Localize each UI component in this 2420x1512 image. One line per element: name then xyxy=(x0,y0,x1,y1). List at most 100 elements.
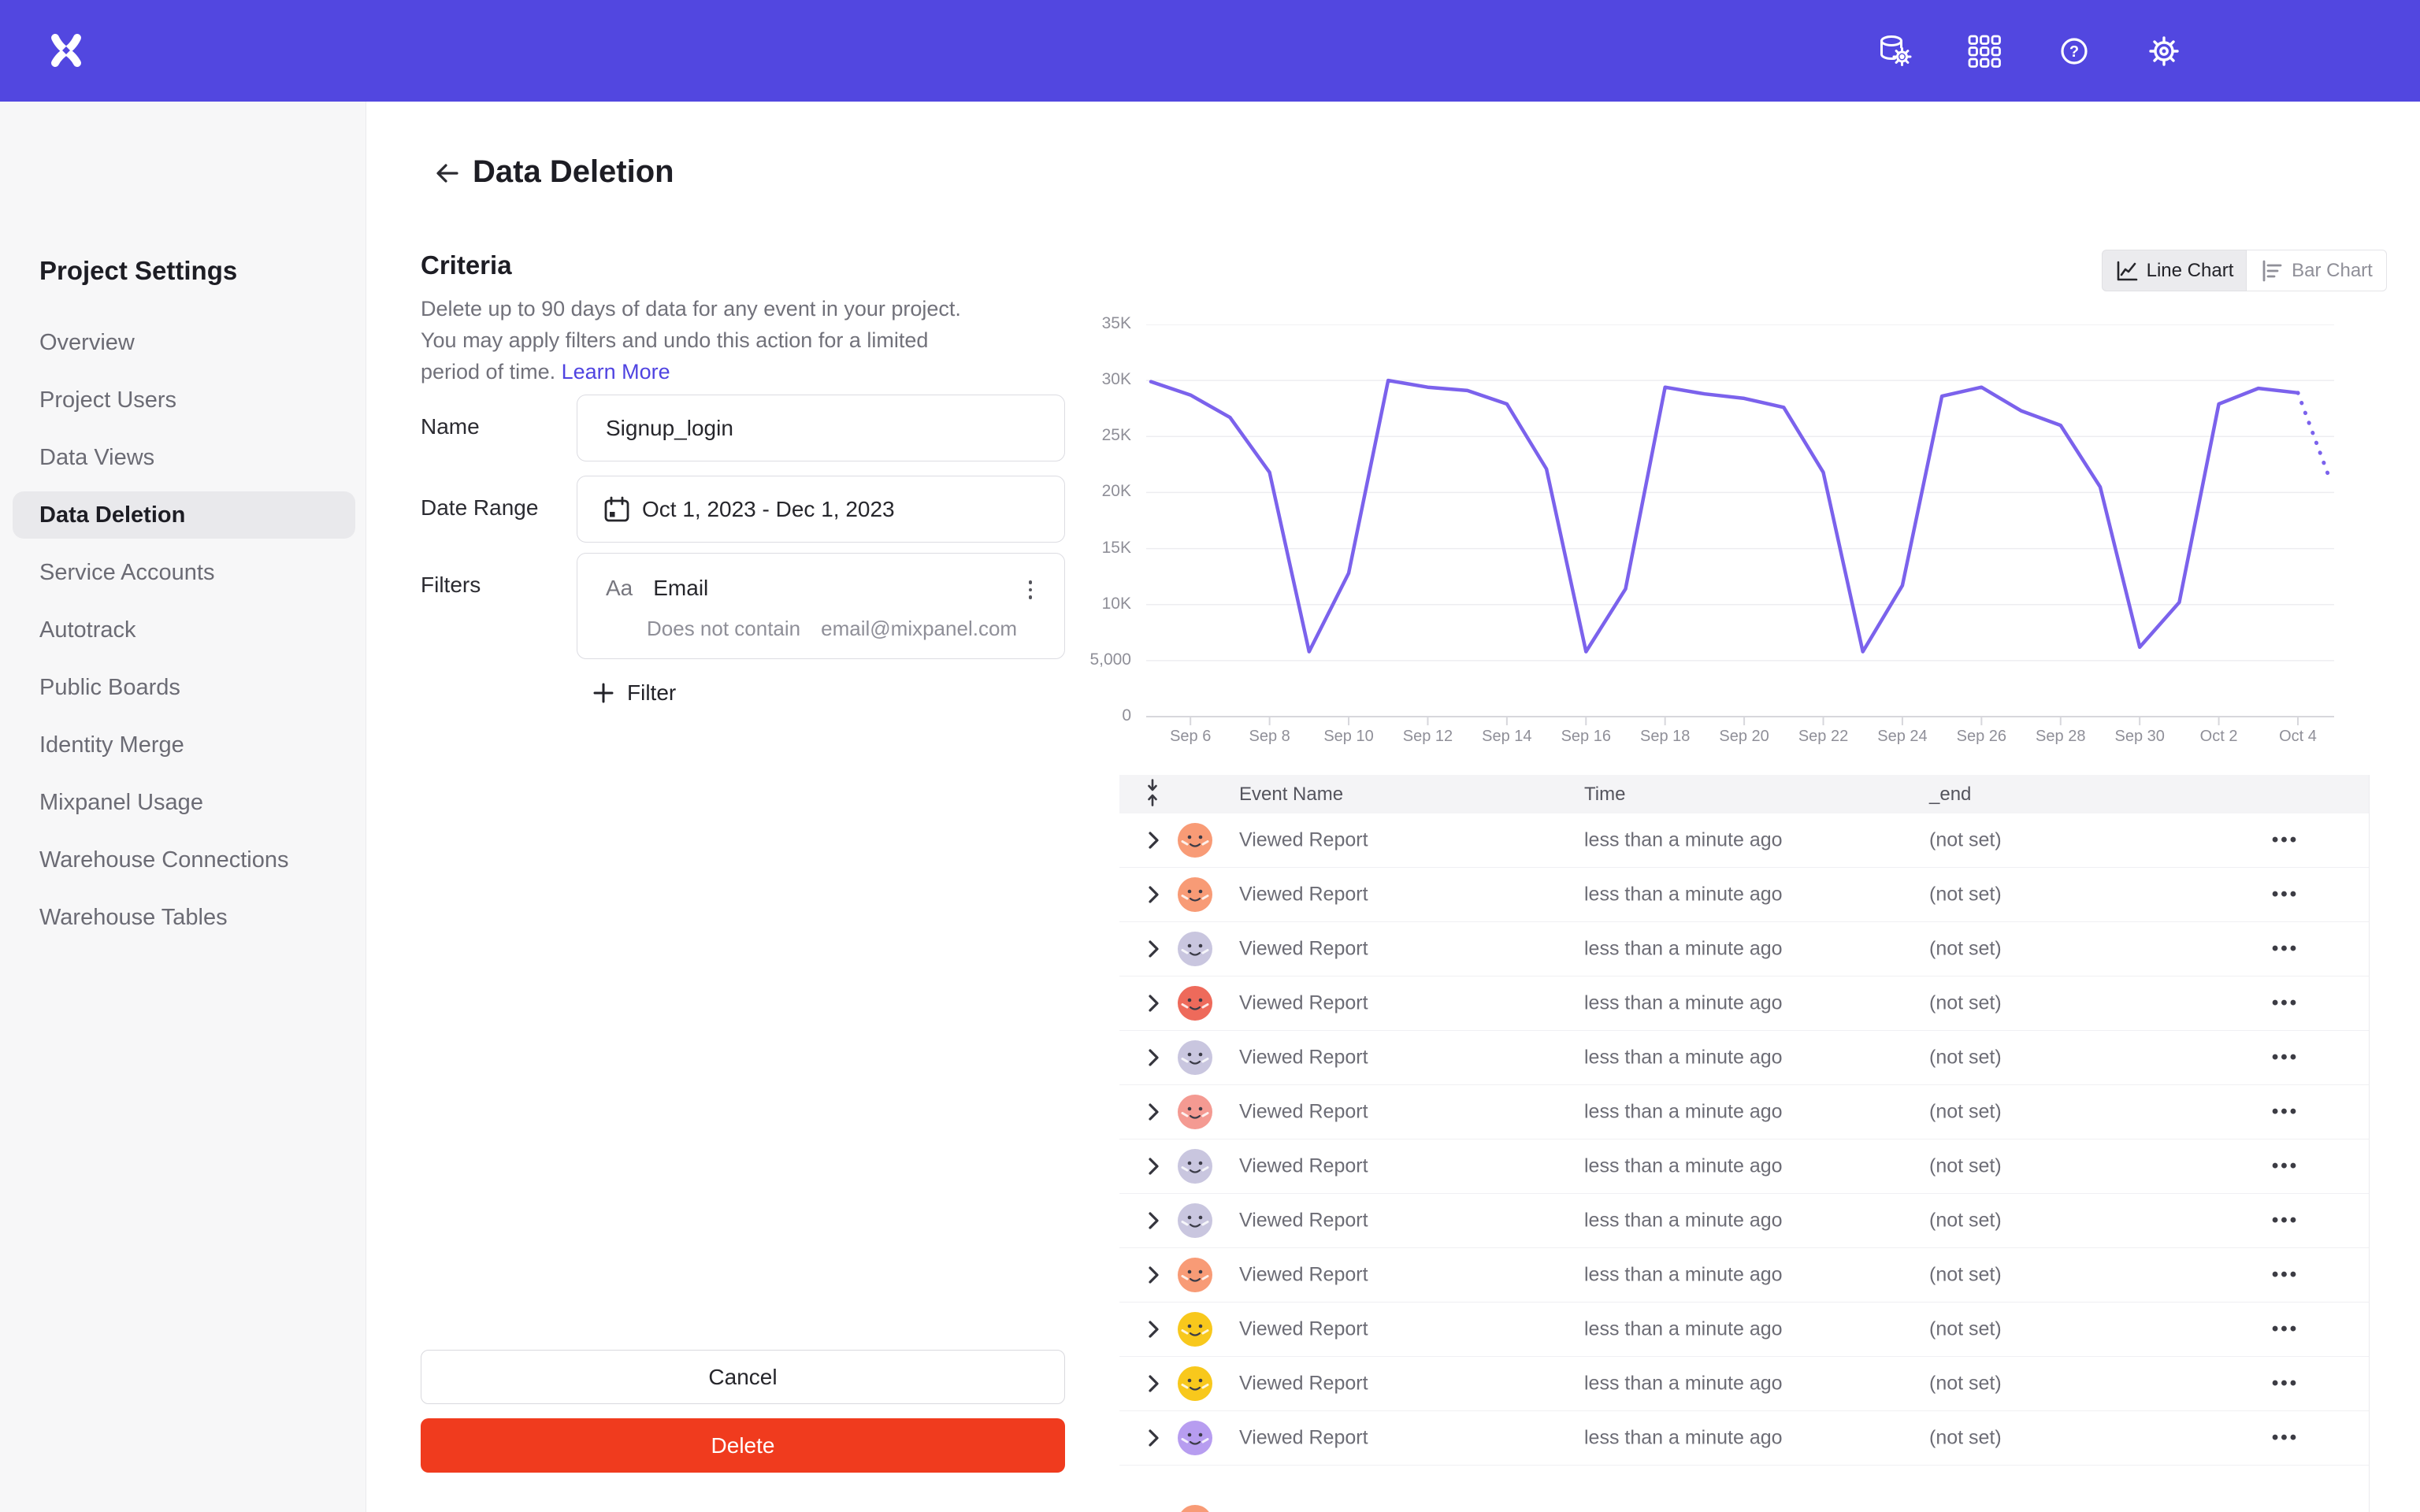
row-menu-button[interactable]: ••• xyxy=(2254,1155,2317,1177)
mixpanel-logo-icon[interactable] xyxy=(44,28,88,72)
learn-more-link[interactable]: Learn More xyxy=(562,360,670,384)
data-sources-icon[interactable] xyxy=(1875,32,1914,71)
sort-rows-icon[interactable] xyxy=(1145,778,1160,810)
row-expand-chevron-icon[interactable] xyxy=(1148,1374,1160,1393)
row-expand-chevron-icon[interactable] xyxy=(1148,885,1160,904)
cell-event-name: Viewed Report xyxy=(1239,829,1368,852)
cell-event-name: Viewed Report xyxy=(1239,1210,1368,1232)
filter-property-row: Aa Email xyxy=(606,576,708,601)
cell-event-name: Viewed Report xyxy=(1239,1318,1368,1341)
row-menu-button[interactable]: ••• xyxy=(2254,1210,2317,1232)
line-chart-tab[interactable]: Line Chart xyxy=(2102,250,2247,291)
sidebar-item-public-boards[interactable]: Public Boards xyxy=(0,659,366,717)
date-range-value: Oct 1, 2023 - Dec 1, 2023 xyxy=(642,497,895,522)
cell-time: less than a minute ago xyxy=(1584,1427,1783,1450)
sidebar-item-autotrack[interactable]: Autotrack xyxy=(0,602,366,659)
table-row: Viewed Reportless than a minute ago(not … xyxy=(1119,1357,2369,1411)
cell-end: (not set) xyxy=(1929,1210,2002,1232)
row-menu-button[interactable]: ••• xyxy=(2254,1427,2317,1449)
x-tick-label: Sep 22 xyxy=(1798,728,1848,746)
sidebar-item-data-deletion[interactable]: Data Deletion xyxy=(13,491,355,539)
sidebar-item-warehouse-tables[interactable]: Warehouse Tables xyxy=(0,889,366,947)
add-filter-label: Filter xyxy=(627,680,676,706)
cell-end: (not set) xyxy=(1929,938,2002,961)
filter-card[interactable]: Aa Email Does not contain email@mixpanel… xyxy=(577,553,1065,659)
name-value: Signup_login xyxy=(606,416,733,441)
x-tick-label: Sep 6 xyxy=(1170,728,1211,746)
sidebar-item-project-users[interactable]: Project Users xyxy=(0,372,366,429)
filter-operator: Does not contain xyxy=(647,617,800,641)
apps-grid-icon[interactable] xyxy=(1965,32,2004,71)
row-expand-chevron-icon[interactable] xyxy=(1148,1320,1160,1339)
cell-time: less than a minute ago xyxy=(1584,1155,1783,1178)
row-menu-button[interactable]: ••• xyxy=(2254,1373,2317,1395)
cell-end: (not set) xyxy=(1929,1101,2002,1124)
row-expand-chevron-icon[interactable] xyxy=(1148,1102,1160,1121)
table-row: Viewed Reportless than a minute ago(not … xyxy=(1119,868,2369,922)
row-menu-button[interactable]: ••• xyxy=(2254,884,2317,906)
line-chart-icon xyxy=(2115,259,2139,283)
table-row-partial xyxy=(1119,1466,2369,1512)
plus-icon xyxy=(592,682,614,704)
row-expand-chevron-icon[interactable] xyxy=(1148,1266,1160,1284)
cell-time: less than a minute ago xyxy=(1584,829,1783,852)
row-expand-chevron-icon[interactable] xyxy=(1148,1157,1160,1176)
settings-icon[interactable] xyxy=(2144,32,2184,71)
filter-condition[interactable]: Does not contain email@mixpanel.com xyxy=(647,617,1017,641)
cancel-button[interactable]: Cancel xyxy=(421,1350,1065,1404)
row-expand-chevron-icon[interactable] xyxy=(1148,1211,1160,1230)
row-menu-button[interactable]: ••• xyxy=(2254,1101,2317,1123)
x-tick-label: Sep 16 xyxy=(1561,728,1611,746)
sidebar-item-data-views[interactable]: Data Views xyxy=(0,429,366,487)
chart-line xyxy=(1151,380,2298,651)
y-tick-label: 30K xyxy=(1102,370,1131,389)
table-row: Viewed Reportless than a minute ago(not … xyxy=(1119,1248,2369,1303)
sidebar-item-warehouse-connections[interactable]: Warehouse Connections xyxy=(0,832,366,889)
add-filter-button[interactable]: Filter xyxy=(592,680,676,706)
sidebar-item-overview[interactable]: Overview xyxy=(0,314,366,372)
cell-end: (not set) xyxy=(1929,1264,2002,1287)
date-range-input[interactable]: Oct 1, 2023 - Dec 1, 2023 xyxy=(577,476,1065,543)
sidebar-item-identity-merge[interactable]: Identity Merge xyxy=(0,717,366,774)
row-menu-button[interactable]: ••• xyxy=(2254,1264,2317,1286)
user-avatar xyxy=(1178,1040,1212,1075)
delete-button[interactable]: Delete xyxy=(421,1418,1065,1473)
cell-time: less than a minute ago xyxy=(1584,1318,1783,1341)
sidebar-item-mixpanel-usage[interactable]: Mixpanel Usage xyxy=(0,774,366,832)
row-menu-button[interactable]: ••• xyxy=(2254,992,2317,1014)
user-avatar xyxy=(1178,1312,1212,1347)
row-menu-button[interactable]: ••• xyxy=(2254,829,2317,851)
x-tick-label: Sep 26 xyxy=(1957,728,2006,746)
row-expand-chevron-icon[interactable] xyxy=(1148,1429,1160,1447)
x-tick-label: Oct 4 xyxy=(2279,728,2317,746)
cell-end: (not set) xyxy=(1929,1318,2002,1341)
topbar-icons: ? xyxy=(1875,0,2420,102)
y-tick-label: 5,000 xyxy=(1089,650,1131,669)
row-menu-button[interactable]: ••• xyxy=(2254,938,2317,960)
bar-chart-icon xyxy=(2260,259,2284,283)
topbar: ? xyxy=(0,0,2420,102)
row-expand-chevron-icon[interactable] xyxy=(1148,994,1160,1013)
cell-time: less than a minute ago xyxy=(1584,884,1783,906)
name-label: Name xyxy=(421,414,480,439)
user-avatar xyxy=(1178,1421,1212,1455)
events-table: Event Name Time _end Viewed Reportless t… xyxy=(1119,775,2370,1512)
cell-end: (not set) xyxy=(1929,829,2002,852)
row-menu-button[interactable]: ••• xyxy=(2254,1047,2317,1069)
sidebar-item-service-accounts[interactable]: Service Accounts xyxy=(0,544,366,602)
row-expand-chevron-icon[interactable] xyxy=(1148,1048,1160,1067)
bar-chart-tab[interactable]: Bar Chart xyxy=(2247,250,2387,291)
row-expand-chevron-icon[interactable] xyxy=(1148,831,1160,850)
bar-chart-tab-label: Bar Chart xyxy=(2292,260,2373,282)
cell-event-name: Viewed Report xyxy=(1239,1264,1368,1287)
name-input[interactable]: Signup_login xyxy=(577,395,1065,461)
back-arrow-icon[interactable] xyxy=(432,158,466,192)
text-type-icon: Aa xyxy=(606,576,633,601)
row-menu-button[interactable]: ••• xyxy=(2254,1318,2317,1340)
help-icon[interactable]: ? xyxy=(2054,32,2094,71)
date-range-label: Date Range xyxy=(421,495,538,521)
row-expand-chevron-icon[interactable] xyxy=(1148,939,1160,958)
filter-menu-kebab-icon[interactable] xyxy=(1017,574,1044,606)
cell-event-name: Viewed Report xyxy=(1239,1373,1368,1395)
data-deletion-page: ? Project Settings OverviewProject Users… xyxy=(0,0,2420,1512)
